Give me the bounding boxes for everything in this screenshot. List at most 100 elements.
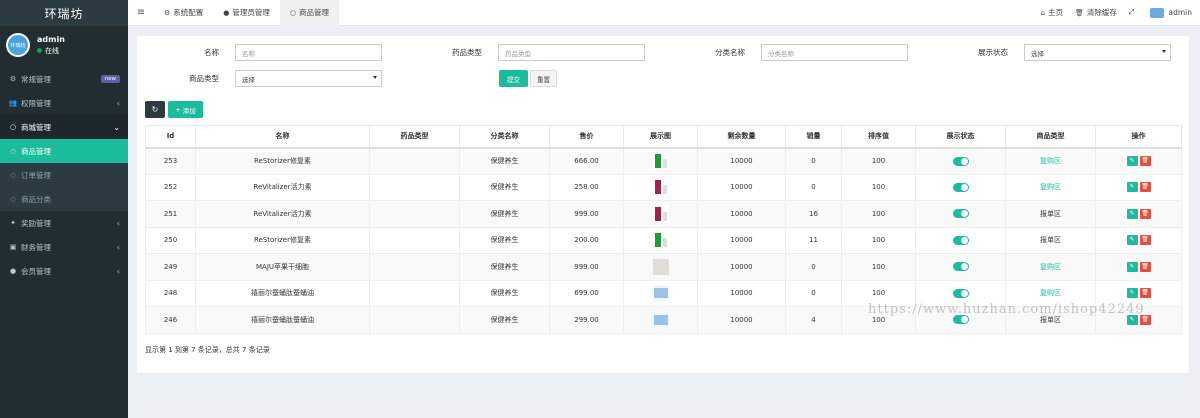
display-status-select[interactable]: 选择 (1024, 44, 1171, 61)
fullscreen-button[interactable]: ⤢ (1129, 8, 1138, 17)
sidebar-item-label: 订单管理 (21, 170, 51, 180)
tab-system-config[interactable]: ⚙ 系统配置 (154, 0, 213, 26)
drug-type-input[interactable]: 药品类型 (498, 44, 645, 61)
sidebar-item-reward[interactable]: ✦ 奖励管理 ‹ (0, 211, 128, 235)
menu-toggle-icon[interactable]: ≡ (128, 7, 154, 18)
column-header[interactable]: 剩余数量 (697, 125, 786, 149)
add-button[interactable]: + 添加 (168, 101, 203, 118)
cell-actions: ✎ 🗑 (1095, 147, 1182, 175)
sidebar-item-finance[interactable]: ▣ 财务管理 ‹ (0, 235, 128, 259)
edit-icon[interactable]: ✎ (1126, 208, 1138, 219)
cell-sort: 100 (841, 173, 916, 201)
delete-icon[interactable]: 🗑 (1139, 288, 1151, 299)
cell-id: 249 (145, 253, 196, 281)
tab-admin-manage[interactable]: ● 管理员管理 (213, 0, 280, 26)
product-thumbnail[interactable] (652, 153, 669, 169)
select-value: 选择 (242, 75, 255, 84)
display-status-toggle[interactable] (952, 315, 969, 325)
column-header[interactable]: Id (145, 125, 196, 149)
column-header[interactable]: 排序值 (841, 125, 916, 149)
cell-goods-type: 报单区 (1005, 226, 1096, 254)
edit-icon[interactable]: ✎ (1126, 156, 1138, 166)
refresh-button[interactable]: ↻ (145, 101, 165, 118)
table-row[interactable]: 248 禧丽尔蚕蛹肽蚕蛹油 保健养生 699.00 10000 0 100 复购区 ✎ 🗑 (145, 279, 1182, 307)
product-thumbnail[interactable] (652, 232, 669, 249)
cell-stock: 10000 (697, 306, 786, 334)
table-row[interactable]: 250 ReStorizer修复素 保健养生 200.00 10000 11 100 报单区 ✎… (145, 226, 1182, 254)
cell-price: 699.00 (549, 279, 624, 307)
display-status-toggle[interactable] (952, 288, 969, 298)
goods-type-value[interactable]: 复购区 (1040, 263, 1061, 271)
delete-icon[interactable]: 🗑 (1139, 182, 1151, 193)
table-row[interactable]: 246 禧丽尔蚕蛹肽蚕蛹油 保健养生 299.00 10000 4 100 报单区 ✎ 🗑 (145, 306, 1182, 334)
edit-icon[interactable]: ✎ (1126, 288, 1138, 299)
column-header[interactable]: 展示状态 (915, 125, 1006, 149)
cell-display-status (915, 279, 1006, 307)
column-header[interactable]: 售价 (549, 125, 624, 149)
product-thumbnail[interactable] (652, 285, 669, 302)
money-icon: ▣ (9, 243, 17, 251)
sidebar-item-member[interactable]: ● 会员管理 ‹ (0, 259, 128, 283)
display-status-toggle[interactable] (952, 209, 969, 219)
table-row[interactable]: 251 ReVitalizer活力素 保健养生 999.00 10000 16 100 报单区… (145, 200, 1182, 228)
edit-icon[interactable]: ✎ (1126, 261, 1138, 272)
delete-icon[interactable]: 🗑 (1139, 156, 1151, 166)
display-status-label: 展示状态 (978, 48, 1008, 57)
product-thumbnail[interactable] (652, 205, 669, 222)
delete-icon[interactable]: 🗑 (1139, 208, 1151, 219)
cell-actions: ✎ 🗑 (1095, 200, 1182, 228)
cell-image (623, 147, 698, 175)
sidebar-item-goods[interactable]: ○ 商品管理 (0, 139, 128, 163)
product-thumbnail[interactable] (652, 311, 669, 328)
cell-display-status (915, 226, 1006, 254)
goods-type-value[interactable]: 复购区 (1040, 183, 1061, 191)
reset-button[interactable]: 重置 (530, 70, 557, 87)
edit-icon[interactable]: ✎ (1126, 235, 1138, 246)
cell-display-status (915, 253, 1006, 281)
goods-type-value[interactable]: 复购区 (1040, 289, 1061, 297)
column-header[interactable]: 分类名称 (459, 125, 550, 149)
cell-goods-type: 复购区 (1005, 253, 1096, 281)
sidebar-item-categories[interactable]: ○ 商品分类 (0, 187, 128, 211)
column-header[interactable]: 药品类型 (369, 125, 460, 149)
cell-sort: 100 (841, 279, 916, 307)
goods-type-value[interactable]: 复购区 (1040, 157, 1061, 165)
delete-icon[interactable]: 🗑 (1139, 314, 1151, 325)
sidebar-item-orders[interactable]: ○ 订单管理 (0, 163, 128, 187)
goods-type-select[interactable]: 选择 (235, 70, 382, 87)
display-status-toggle[interactable] (952, 156, 969, 166)
content-box: 名称 名称 药品类型 药品类型 分类名称 分类名称 展示状态 选择 商品类型 选… (137, 36, 1189, 373)
user-menu[interactable]: admin (1149, 7, 1192, 18)
display-status-toggle[interactable] (952, 182, 969, 192)
cell-category: 保健养生 (459, 253, 550, 281)
cell-id: 250 (145, 226, 196, 254)
top-navbar: ≡ ⚙ 系统配置 ● 管理员管理 ○ 商品管理 ⌂ 主页 🗑 清除缓存 ⤢ admin (128, 0, 1200, 26)
delete-icon[interactable]: 🗑 (1139, 235, 1151, 246)
clear-cache-button[interactable]: 🗑 清除缓存 (1075, 7, 1117, 18)
delete-icon[interactable]: 🗑 (1139, 261, 1151, 272)
brand-logo[interactable]: 环瑞坊 (0, 0, 128, 26)
table-row[interactable]: 249 MAJU苹果干细胞 保健养生 999.00 10000 0 100 复购区 ✎ 🗑 (145, 253, 1182, 281)
tab-goods-manage[interactable]: ○ 商品管理 (279, 0, 339, 26)
edit-icon[interactable]: ✎ (1126, 182, 1138, 193)
category-input[interactable]: 分类名称 (761, 44, 908, 61)
cell-name: 禧丽尔蚕蛹肽蚕蛹油 (195, 306, 370, 334)
column-header[interactable]: 销量 (785, 125, 842, 149)
table-row[interactable]: 252 ReVitalizer活力素 保健养生 258.00 10000 0 100 复购区 ✎… (145, 173, 1182, 201)
column-header[interactable]: 商品类型 (1005, 125, 1096, 149)
sidebar-item-general[interactable]: ⚙ 常规管理 new (0, 67, 128, 91)
column-header[interactable]: 名称 (195, 125, 370, 149)
product-thumbnail[interactable] (652, 258, 669, 275)
name-input[interactable]: 名称 (235, 44, 382, 61)
sidebar-item-permission[interactable]: 👥 权限管理 ‹ (0, 91, 128, 115)
edit-icon[interactable]: ✎ (1126, 314, 1138, 325)
submit-button[interactable]: 提交 (499, 70, 528, 87)
cell-id: 253 (145, 147, 196, 175)
home-link[interactable]: ⌂ 主页 (1041, 7, 1063, 18)
cell-display-status (915, 306, 1006, 334)
display-status-toggle[interactable] (952, 262, 969, 272)
display-status-toggle[interactable] (952, 235, 969, 245)
table-row[interactable]: 253 ReStorizer修复素 保健养生 666.00 10000 0 100 复购区 ✎ 🗑 (145, 147, 1182, 175)
sidebar-item-mall[interactable]: ○ 商城管理 ⌄ (0, 115, 128, 139)
product-thumbnail[interactable] (652, 179, 669, 196)
